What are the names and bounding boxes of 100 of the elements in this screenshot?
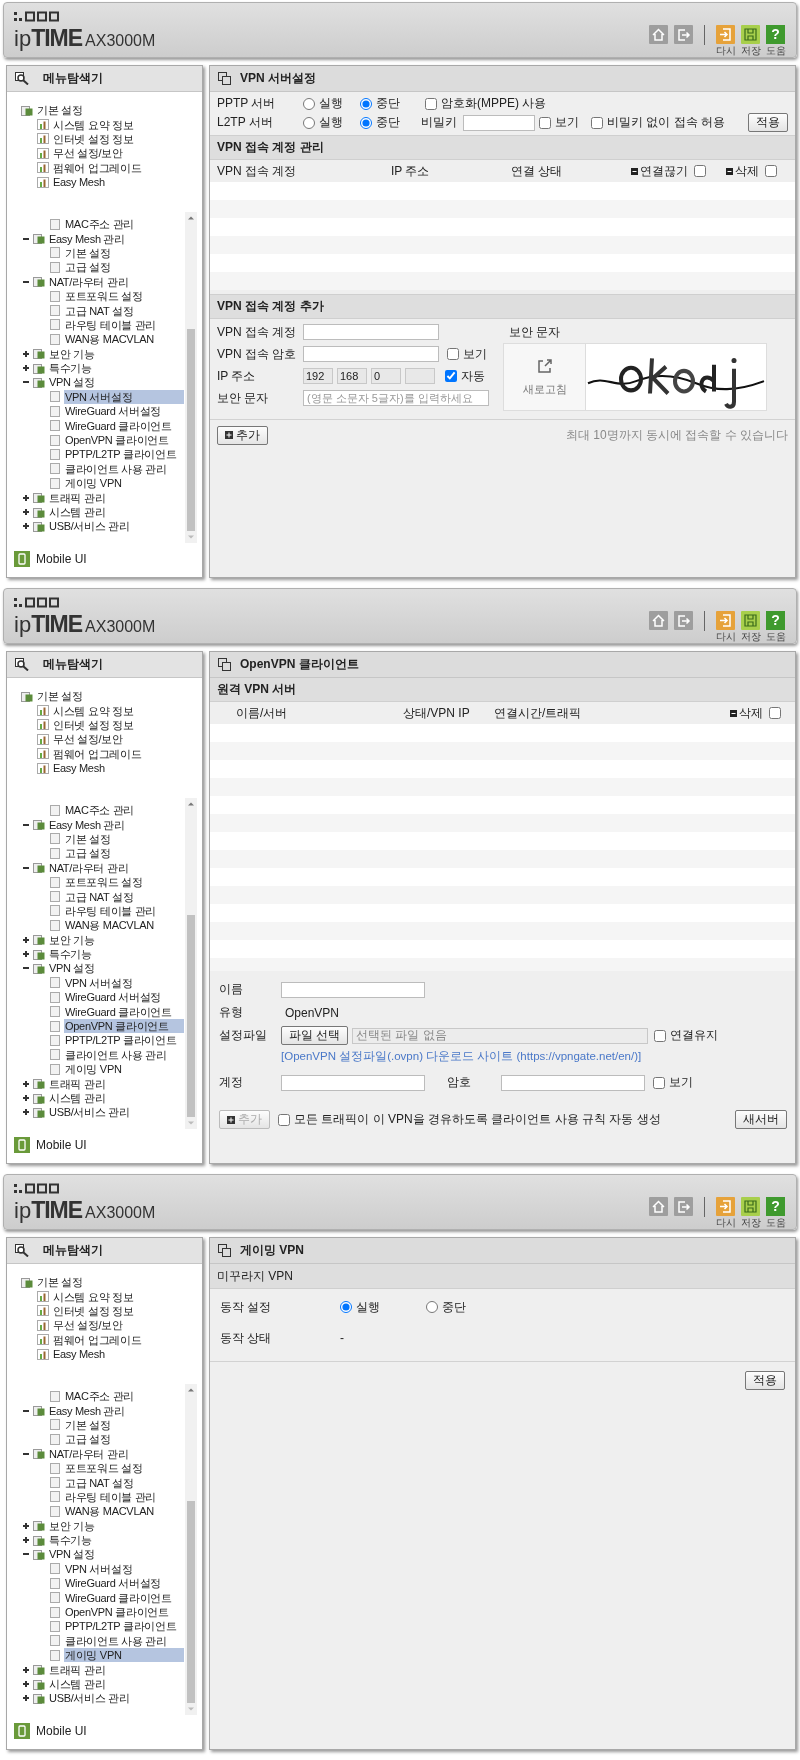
radio-button[interactable] <box>360 97 372 110</box>
menu-item[interactable]: 기본 설정 <box>64 1417 112 1432</box>
menu-item[interactable]: MAC주소 관리 <box>64 217 136 232</box>
captcha-field[interactable]: (영문 소문자 5글자)를 입력하세요 <box>303 390 489 406</box>
menu-item[interactable]: NAT/라우터 관리 <box>48 1446 130 1461</box>
ip-octet-field[interactable]: 192 <box>303 368 333 384</box>
menu-item[interactable]: USB/서비스 관리 <box>48 519 131 534</box>
menu-item[interactable]: 고급 NAT 설정 <box>64 303 135 318</box>
menu-item[interactable]: 게이밍 VPN <box>64 1062 123 1077</box>
menu-item[interactable]: MAC주소 관리 <box>64 803 136 818</box>
radio-button[interactable] <box>360 116 372 129</box>
apply-button[interactable]: 적용 <box>745 1370 785 1390</box>
plus-icon[interactable] <box>21 934 31 945</box>
plus-icon[interactable] <box>21 1679 31 1689</box>
menu-item[interactable]: 기본 설정 <box>64 831 112 846</box>
menu-item[interactable]: 보안 기능 <box>48 1518 96 1533</box>
menu-item[interactable]: 클라이언트 사용 관리 <box>64 1047 168 1062</box>
plus-icon[interactable] <box>21 1093 31 1103</box>
scrollbar[interactable] <box>185 1384 197 1715</box>
menu-item[interactable]: 고급 NAT 설정 <box>64 1475 135 1490</box>
menu-item[interactable]: VPN 설정 <box>48 961 96 976</box>
menu-item[interactable]: VPN 서버설정 <box>64 975 134 990</box>
menu-item[interactable]: 고급 NAT 설정 <box>64 889 135 904</box>
menu-item[interactable]: 인터넷 설정 정보 <box>52 717 135 732</box>
plus-icon[interactable] <box>21 507 31 517</box>
radio-button[interactable] <box>303 97 315 110</box>
help-button[interactable]: ? 도움 <box>765 1197 786 1228</box>
password-field[interactable] <box>501 1074 645 1091</box>
home-button[interactable] <box>648 1197 669 1216</box>
menu-item[interactable]: USB/서비스 관리 <box>48 1105 131 1120</box>
menu-item[interactable]: 포트포워드 설정 <box>64 289 144 304</box>
menu-item[interactable]: 시스템 요약 정보 <box>52 703 135 718</box>
menu-item[interactable]: USB/서비스 관리 <box>48 1691 131 1706</box>
menu-item[interactable]: WireGuard 서버설정 <box>64 990 163 1005</box>
plus-icon[interactable] <box>21 1535 31 1546</box>
menu-item[interactable]: Easy Mesh 관리 <box>48 1403 126 1418</box>
menu-item[interactable]: WireGuard 서버설정 <box>64 404 163 419</box>
menu-item[interactable]: WireGuard 클라이언트 <box>64 1004 173 1019</box>
menu-item[interactable]: VPN 서버설정 <box>64 1561 134 1576</box>
checkbox[interactable] <box>539 116 551 129</box>
menu-item[interactable]: Easy Mesh <box>52 761 106 776</box>
checkbox[interactable] <box>653 1076 665 1089</box>
menu-item[interactable]: WireGuard 클라이언트 <box>64 418 173 433</box>
menu-item[interactable]: 고급 설정 <box>64 260 112 275</box>
plus-icon[interactable] <box>21 492 31 503</box>
menu-item[interactable]: 시스템 관리 <box>48 1091 107 1105</box>
menu-item[interactable]: 포트포워드 설정 <box>64 875 144 890</box>
scrollbar[interactable] <box>185 212 197 543</box>
menu-item[interactable]: 게이밍 VPN <box>64 476 123 491</box>
menu-item[interactable]: MAC주소 관리 <box>64 1389 136 1404</box>
reload-button[interactable]: 다시 <box>715 1197 736 1228</box>
menu-item[interactable]: 인터넷 설정 정보 <box>52 131 135 146</box>
menu-item[interactable]: 클라이언트 사용 관리 <box>64 1633 168 1648</box>
mobile-ui-link[interactable]: Mobile UI <box>36 1138 87 1152</box>
menu-item[interactable]: WireGuard 서버설정 <box>64 1576 163 1591</box>
reload-button[interactable]: 다시 <box>715 611 736 642</box>
refresh-icon[interactable] <box>536 357 553 374</box>
menu-item[interactable]: VPN 설정 <box>48 1547 96 1562</box>
secret-key-field[interactable] <box>463 114 535 131</box>
radio-button[interactable] <box>426 1301 438 1313</box>
menu-item[interactable]: 기본 설정 <box>64 245 112 260</box>
new-server-button[interactable]: 새서버 <box>735 1110 787 1129</box>
add-button[interactable]: 추가 <box>217 425 268 445</box>
menu-item[interactable]: NAT/라우터 관리 <box>48 860 130 875</box>
menu-item[interactable]: OpenVPN 클라이언트 <box>64 1605 170 1620</box>
menu-item[interactable]: 특수기능 <box>48 361 93 376</box>
ip-octet-field[interactable]: 168 <box>337 368 367 384</box>
menu-item[interactable]: Easy Mesh <box>52 1347 106 1362</box>
menu-item[interactable]: OpenVPN 클라이언트 <box>64 433 170 448</box>
menu-item[interactable]: VPN 서버설정 <box>64 389 184 404</box>
menu-item[interactable]: 시스템 요약 정보 <box>52 117 135 132</box>
menu-item[interactable]: OpenVPN 클라이언트 <box>64 1019 184 1034</box>
checkbox[interactable] <box>425 97 437 110</box>
menu-item[interactable]: 펌웨어 업그레이드 <box>52 746 143 761</box>
reload-button[interactable]: 다시 <box>715 25 736 56</box>
menu-item[interactable]: Easy Mesh 관리 <box>48 817 126 832</box>
ip-octet-field[interactable]: 0 <box>371 368 401 384</box>
menu-item[interactable]: 라우팅 테이블 관리 <box>64 317 158 332</box>
checkbox[interactable] <box>694 165 706 177</box>
menu-item[interactable]: 무선 설정/보안 <box>52 1318 124 1333</box>
download-link[interactable]: [OpenVPN 설정파일(.ovpn) 다운로드 사이트 (https://vpngate.net/en/)] <box>281 1048 642 1064</box>
password-field[interactable] <box>303 346 439 362</box>
menu-item[interactable]: 인터넷 설정 정보 <box>52 1303 135 1318</box>
mobile-ui-link[interactable]: Mobile UI <box>36 1724 87 1738</box>
menu-item[interactable]: 고급 설정 <box>64 846 112 861</box>
refresh-label[interactable]: 새로고침 <box>522 381 567 397</box>
menu-item[interactable]: WAN용 MACVLAN <box>64 918 155 933</box>
menu-item[interactable]: 특수기능 <box>48 1533 93 1548</box>
checkbox[interactable] <box>278 1113 290 1126</box>
menu-item[interactable]: PPTP/L2TP 클라이언트 <box>64 1619 178 1634</box>
menu-item[interactable]: 트래픽 관리 <box>48 490 107 505</box>
menu-item[interactable]: Easy Mesh 관리 <box>48 231 126 246</box>
menu-item[interactable]: NAT/라우터 관리 <box>48 274 130 289</box>
menu-item[interactable]: VPN 설정 <box>48 375 96 390</box>
menu-item[interactable]: 트래픽 관리 <box>48 1662 107 1677</box>
menu-item[interactable]: 라우팅 테이블 관리 <box>64 1489 158 1504</box>
save-button[interactable]: 저장 <box>740 611 761 642</box>
plus-icon[interactable] <box>21 363 31 374</box>
menu-item[interactable]: WAN용 MACVLAN <box>64 332 155 347</box>
plus-icon[interactable] <box>21 949 31 960</box>
